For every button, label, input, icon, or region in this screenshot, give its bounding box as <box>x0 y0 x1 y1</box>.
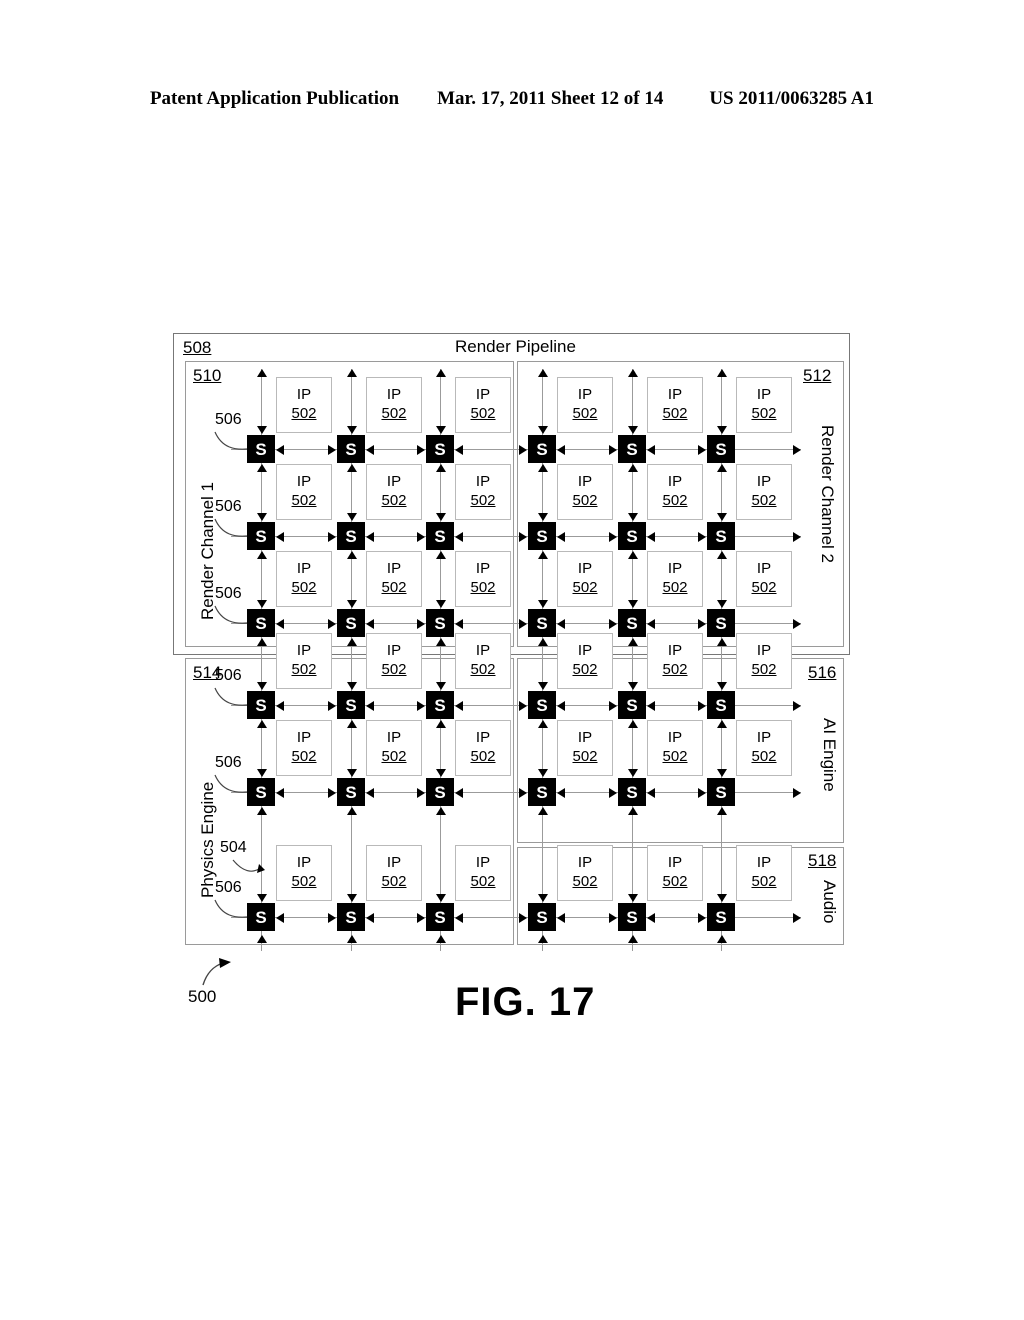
figure-17: 508 Render Pipeline 510 Render Channel 1… <box>0 0 1024 1320</box>
callout-curves <box>202 431 265 986</box>
figure-caption: FIG. 17 <box>455 980 596 1024</box>
